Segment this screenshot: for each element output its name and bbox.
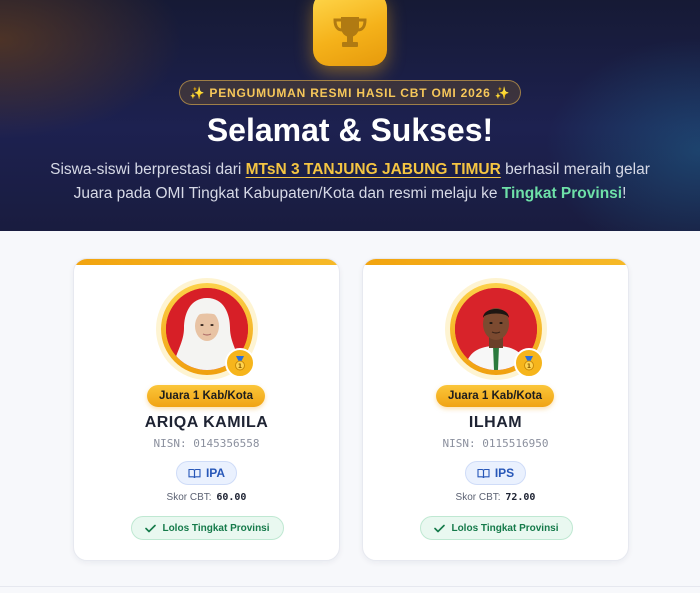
status-badge: Lolos Tingkat Provinsi (131, 516, 284, 540)
rank-badge: Juara 1 Kab/Kota (147, 385, 265, 407)
subject-label: IPA (205, 466, 226, 480)
score-line: Skor CBT: 60.00 (74, 492, 339, 503)
student-name: ILHAM (468, 414, 523, 431)
medal-icon: 1 (524, 356, 534, 371)
check-icon (434, 524, 446, 532)
announcement-badge: ✨ PENGUMUMAN RESMI HASIL CBT OMI 2026 ✨ (179, 80, 521, 105)
card-accent-bar (74, 259, 339, 265)
subject-badge: IPS (465, 461, 526, 485)
level-highlight: Tingkat Provinsi (501, 185, 623, 202)
subject-badge: IPA (176, 461, 237, 485)
hero-banner: ✨ PENGUMUMAN RESMI HASIL CBT OMI 2026 ✨ … (0, 0, 700, 231)
score-value: 72.00 (505, 492, 536, 503)
hero-desc-suffix: ! (622, 185, 627, 202)
student-name: ARIQA KAMILA (144, 414, 269, 431)
book-icon (477, 468, 490, 478)
status-badge: Lolos Tingkat Provinsi (420, 516, 573, 540)
subject-label: IPS (494, 466, 515, 480)
score-label: Skor CBT: (455, 492, 501, 503)
status-label: Lolos Tingkat Provinsi (162, 522, 270, 534)
trophy-badge (313, 0, 387, 66)
hero-description: Siswa-siswi berprestasi dari MTsN 3 TANJ… (30, 158, 670, 206)
medal-icon: 1 (235, 356, 245, 371)
rank-badge: Juara 1 Kab/Kota (436, 385, 554, 407)
hero-desc-prefix: Siswa-siswi berprestasi dari (50, 161, 246, 178)
student-card: 1 Juara 1 Kab/Kota ILHAM NISN: 011551695… (362, 258, 629, 561)
section-divider (0, 586, 700, 587)
medal-badge: 1 (514, 348, 544, 378)
check-icon (145, 524, 157, 532)
student-nisn: NISN: 0115516950 (442, 437, 549, 450)
score-line: Skor CBT: 72.00 (363, 492, 628, 503)
student-nisn: NISN: 0145356558 (153, 437, 260, 450)
card-accent-bar (363, 259, 628, 265)
hero-title: Selamat & Sukses! (206, 112, 494, 148)
status-label: Lolos Tingkat Provinsi (451, 522, 559, 534)
medal-badge: 1 (225, 348, 255, 378)
student-card: 1 Juara 1 Kab/Kota ARIQA KAMILA NISN: 01… (73, 258, 340, 561)
score-label: Skor CBT: (166, 492, 212, 503)
school-name: MTsN 3 TANJUNG JABUNG TIMUR (245, 161, 501, 178)
svg-text:1: 1 (238, 363, 242, 370)
book-icon (188, 468, 201, 478)
svg-text:1: 1 (527, 363, 531, 370)
score-value: 60.00 (216, 492, 247, 503)
trophy-icon (333, 17, 367, 47)
